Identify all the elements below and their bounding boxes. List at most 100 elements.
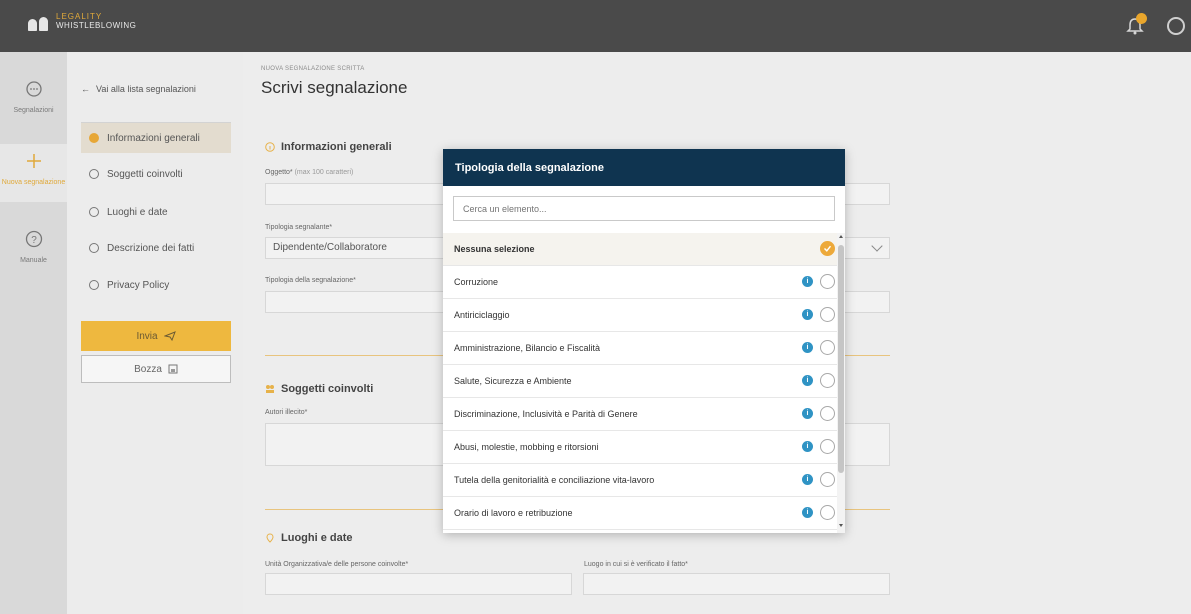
option-label: Tutela della genitorialità e conciliazio… [454,475,655,485]
report-type-label: Tipologia della segnalazione* [265,277,356,284]
draft-button-label: Bozza [134,363,162,375]
radio-button[interactable] [820,439,835,454]
user-account-icon[interactable] [1167,17,1185,35]
reporter-type-label: Tipologia segnalante* [265,224,333,231]
step-indicator-icon [89,169,99,179]
paper-plane-icon [163,331,176,341]
step-navigation: ← Vai alla lista segnalazioni Informazio… [67,52,243,614]
option-item[interactable]: Corruzione i [443,266,837,299]
notification-bell-icon[interactable] [1125,13,1147,36]
plus-icon [26,154,41,168]
send-button-label: Invia [136,330,158,342]
report-type-modal: Tipologia della segnalazione Nessuna sel… [443,149,845,533]
option-label: Orario di lavoro e retribuzione [454,508,573,518]
top-bar: LEGALITY WHISTLEBLOWING [0,0,1191,52]
option-item[interactable]: Orario di lavoro e retribuzione i [443,497,837,530]
step-luoghi-e-date[interactable]: Luoghi e date [81,197,231,227]
radio-button[interactable] [820,505,835,520]
option-label: Corruzione [454,277,499,287]
option-item[interactable]: Abusi, molestie, mobbing e ritorsioni i [443,431,837,464]
page-title: Scrivi segnalazione [261,78,408,97]
section-title-places: Luoghi e date [265,532,353,544]
speech-bubble-icon [25,81,42,97]
send-button[interactable]: Invia [81,321,231,351]
option-label: Salute, Sicurezza e Ambiente [454,376,572,386]
option-label: Amministrazione, Bilancio e Fiscalità [454,343,601,353]
scroll-down-arrow-icon[interactable] [839,524,843,527]
radio-button[interactable] [820,307,835,322]
radio-button[interactable] [820,472,835,487]
svg-text:?: ? [31,235,37,246]
subject-label: Oggetto* (max 100 caratteri) [265,169,354,176]
back-to-list-link[interactable]: ← Vai alla lista segnalazioni [81,84,196,94]
radio-button[interactable] [820,406,835,421]
app-logo[interactable]: LEGALITY WHISTLEBLOWING [28,11,136,31]
option-label: Abusi, molestie, mobbing e ritorsioni [454,442,599,452]
step-indicator-icon [89,133,99,143]
place-label: Luogo in cui si è verificato il fatto* [584,561,688,568]
step-label: Descrizione dei fatti [107,242,195,254]
info-icon[interactable]: i [802,309,813,320]
notification-badge [1136,13,1147,24]
info-icon[interactable]: i [802,441,813,452]
rail-item-nuova-segnalazione[interactable]: Nuova segnalazione [0,144,67,202]
option-label: Discriminazione, Inclusività e Parità di… [454,409,638,419]
radio-button[interactable] [820,373,835,388]
option-item[interactable]: Nessuna selezione [443,233,837,266]
scrollbar[interactable] [837,233,845,533]
logo-brand: LEGALITY [56,12,103,21]
draft-button[interactable]: Bozza [81,355,231,383]
info-icon[interactable]: i [802,474,813,485]
people-icon [266,385,274,393]
info-icon[interactable]: i [802,276,813,287]
radio-button[interactable] [820,340,835,355]
option-item[interactable]: Antiriciclaggio i [443,299,837,332]
reporter-type-value: Dipendente/Collaboratore [273,242,387,253]
save-disk-icon [168,364,178,374]
section-title-subjects: Soggetti coinvolti [265,383,373,395]
step-informazioni-generali[interactable]: Informazioni generali [81,123,231,153]
info-icon[interactable]: i [802,342,813,353]
step-soggetti-coinvolti[interactable]: Soggetti coinvolti [81,159,231,189]
rail-label: Manuale [20,257,47,264]
check-circle-icon[interactable] [820,241,835,256]
option-item[interactable]: Amministrazione, Bilancio e Fiscalità i [443,332,837,365]
option-item[interactable]: Salute, Sicurezza e Ambiente i [443,365,837,398]
org-unit-input[interactable] [265,573,572,595]
step-label: Informazioni generali [107,132,200,144]
section-title-general: Informazioni generali [265,141,392,153]
step-descrizione-dei-fatti[interactable]: Descrizione dei fatti [81,233,231,263]
authors-label: Autori illecito* [265,409,308,416]
rail-label: Nuova segnalazione [1,179,66,186]
info-icon[interactable]: i [802,375,813,386]
search-input[interactable] [453,196,835,221]
info-circle-icon [265,142,275,152]
modal-title: Tipologia della segnalazione [443,149,845,186]
rail-item-segnalazioni[interactable]: Segnalazioni [0,80,67,115]
rail-item-manuale[interactable]: ? Manuale [0,230,67,265]
back-link-label: Vai alla lista segnalazioni [96,84,196,94]
step-indicator-icon [89,280,99,290]
option-list: Nessuna selezione Corruzione i Antiriciclag… [443,233,837,530]
step-label: Soggetti coinvolti [107,168,183,180]
place-input[interactable] [583,573,890,595]
logo-product: WHISTLEBLOWING [56,21,137,30]
info-icon[interactable]: i [802,507,813,518]
step-indicator-icon [89,207,99,217]
people-logo-icon [28,11,50,31]
org-unit-label: Unità Organizzativa/e delle persone coin… [265,561,409,568]
option-item[interactable]: Discriminazione, Inclusività e Parità di… [443,398,837,431]
radio-button[interactable] [820,274,835,289]
info-icon[interactable]: i [802,408,813,419]
step-label: Privacy Policy [107,279,170,291]
step-privacy-policy[interactable]: Privacy Policy [81,270,231,300]
arrow-left-icon: ← [81,84,90,94]
breadcrumb: NUOVA SEGNALAZIONE SCRITTA [261,66,365,72]
scrollbar-thumb[interactable] [838,245,844,473]
scroll-up-arrow-icon[interactable] [839,235,843,238]
rail-label: Segnalazioni [13,107,54,114]
location-pin-icon [266,533,274,543]
step-label: Luoghi e date [107,206,168,218]
left-rail: Segnalazioni Nuova segnalazione ? Manual… [0,52,67,614]
option-item[interactable]: Tutela della genitorialità e conciliazio… [443,464,837,497]
